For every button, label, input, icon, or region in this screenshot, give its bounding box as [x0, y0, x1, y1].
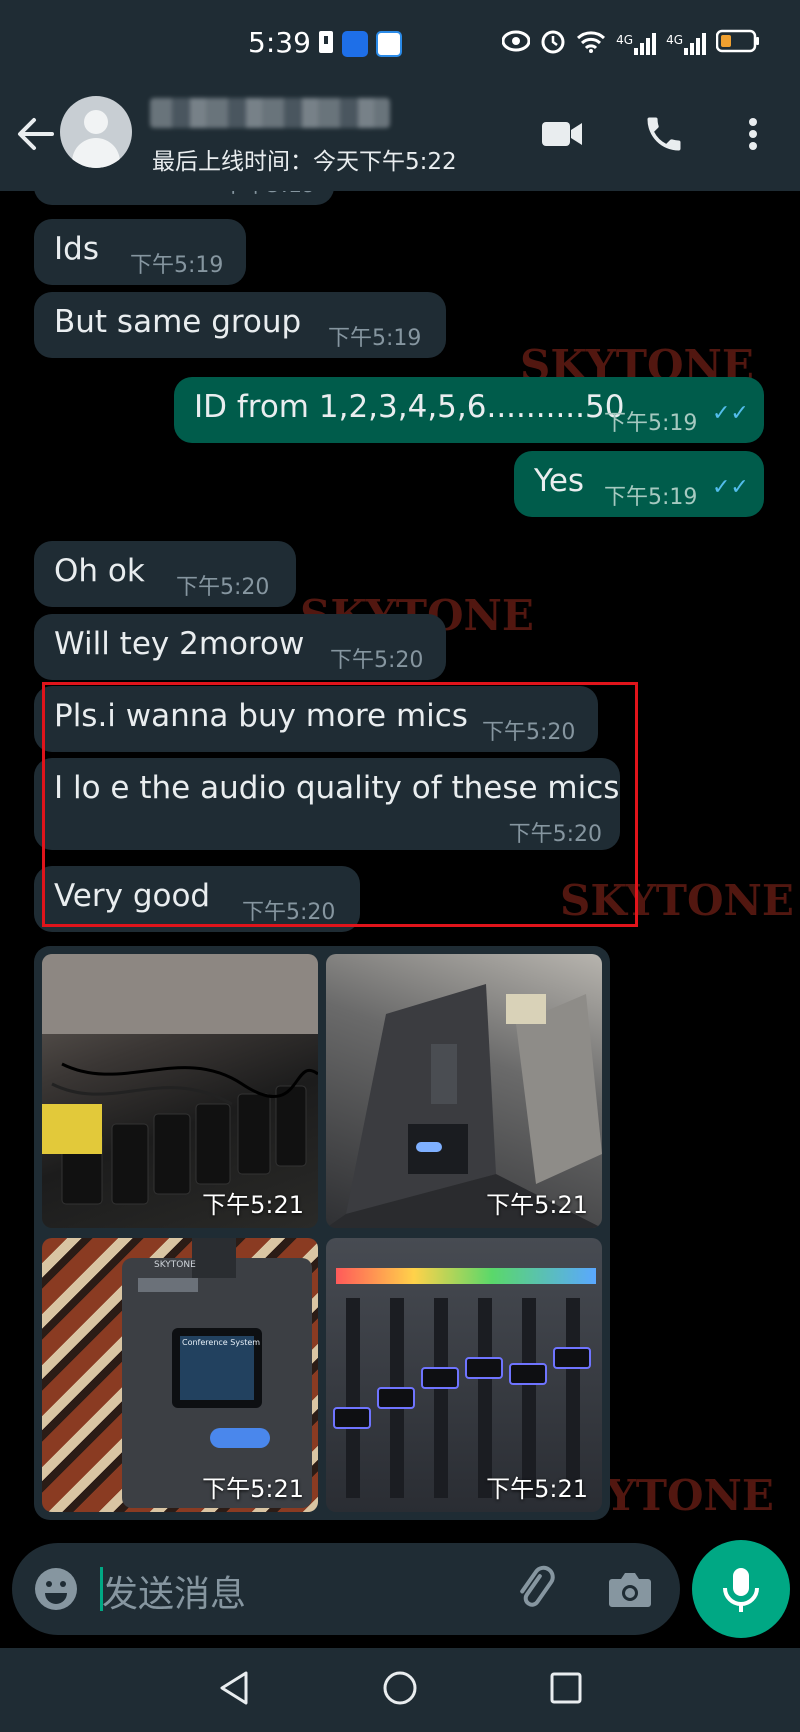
- back-arrow-icon[interactable]: [16, 114, 56, 154]
- alarm-icon: [540, 28, 566, 59]
- highlight-annotation: [42, 682, 638, 927]
- nav-back-icon[interactable]: [218, 1670, 250, 1710]
- top-app-bar: 5:39 4G 4G 最后上线时间：今天下午5:22: [0, 0, 800, 191]
- chat-notification-icon: [376, 31, 402, 57]
- wifi-icon: [576, 29, 606, 58]
- album-photo[interactable]: 下午5:21: [42, 954, 318, 1228]
- album-photo[interactable]: 下午5:21: [326, 954, 602, 1228]
- contact-name-blurred[interactable]: [150, 98, 390, 128]
- message-bubble-incoming[interactable]: Ids 下午5:19: [34, 219, 246, 285]
- attach-paperclip-icon[interactable]: [512, 1565, 560, 1613]
- video-call-icon[interactable]: [540, 112, 584, 156]
- photo-album[interactable]: 下午5:21 下午5:21 SKYTONE Conference System …: [34, 946, 610, 1520]
- message-bubble-outgoing[interactable]: Yes 下午5:19 ✓✓: [514, 451, 764, 517]
- status-system-icons: 4G 4G: [501, 28, 760, 59]
- read-receipt-icon: ✓✓: [712, 475, 749, 500]
- nav-recents-icon[interactable]: [550, 1672, 582, 1708]
- voice-message-mic-button[interactable]: [692, 1540, 790, 1638]
- signal-icon-2: 4G: [666, 32, 706, 55]
- status-notification-icons: [318, 30, 402, 58]
- message-bubble-incoming[interactable]: Will tey 2morow 下午5:20: [34, 614, 446, 680]
- message-bubble-outgoing[interactable]: ID from 1,2,3,4,5,6..........50 下午5:19 ✓…: [174, 377, 764, 443]
- app-notification-icon: [342, 31, 368, 57]
- sim-card-icon: [318, 30, 334, 58]
- chat-area[interactable]: SKYTONE SKYTONE SKYTONE SKYTONE 下午5:19 I…: [0, 191, 800, 1543]
- message-bubble-incoming[interactable]: Oh ok 下午5:20: [34, 541, 296, 607]
- album-photo[interactable]: 下午5:21: [326, 1238, 602, 1512]
- battery-icon: [715, 29, 760, 58]
- more-options-icon[interactable]: [738, 112, 782, 156]
- camera-icon[interactable]: [606, 1567, 654, 1611]
- message-bubble-incoming[interactable]: But same group 下午5:19: [34, 292, 446, 358]
- avatar[interactable]: [60, 96, 132, 168]
- eye-comfort-icon: [501, 30, 531, 57]
- status-time: 5:39: [248, 26, 311, 59]
- read-receipt-icon: ✓✓: [712, 401, 749, 426]
- microphone-icon: [723, 1568, 759, 1612]
- last-seen-status: 最后上线时间：今天下午5:22: [152, 149, 457, 175]
- message-composer[interactable]: 发送消息: [12, 1543, 680, 1635]
- signal-icon-1: 4G: [616, 32, 657, 55]
- system-navigation-bar: [0, 1648, 800, 1732]
- nav-home-icon[interactable]: [382, 1670, 418, 1710]
- message-input[interactable]: 发送消息: [102, 1565, 246, 1617]
- message-bubble-incoming[interactable]: 下午5:19: [34, 191, 334, 205]
- album-photo[interactable]: SKYTONE Conference System 下午5:21: [42, 1238, 318, 1512]
- emoji-icon[interactable]: [32, 1565, 80, 1613]
- voice-call-icon[interactable]: [642, 112, 686, 156]
